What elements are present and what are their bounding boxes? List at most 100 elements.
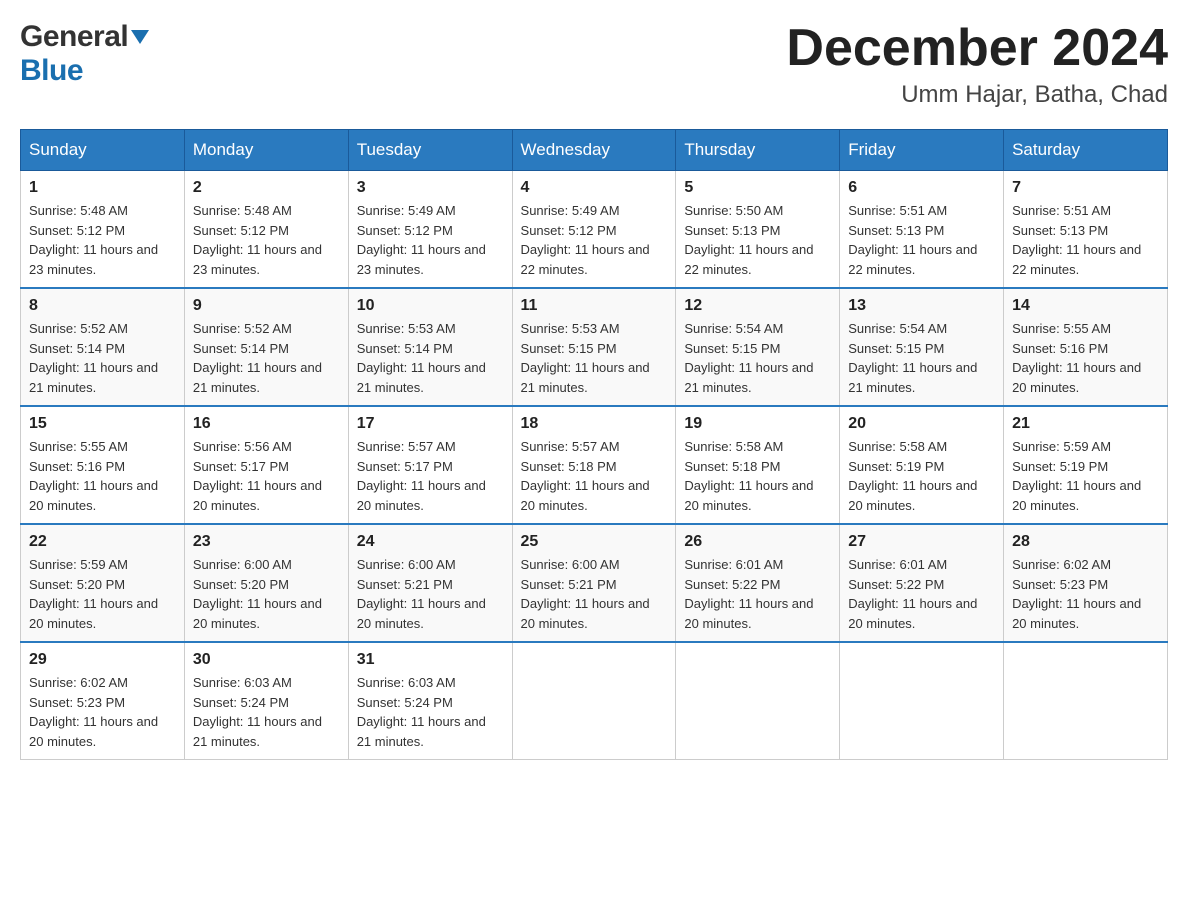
location-subtitle: Umm Hajar, Batha, Chad <box>786 81 1168 109</box>
calendar-cell <box>840 642 1004 760</box>
day-info: Sunrise: 5:54 AMSunset: 5:15 PMDaylight:… <box>684 321 813 395</box>
day-info: Sunrise: 5:49 AMSunset: 5:12 PMDaylight:… <box>521 203 650 277</box>
calendar-cell: 16 Sunrise: 5:56 AMSunset: 5:17 PMDaylig… <box>184 406 348 524</box>
day-number: 22 <box>29 533 176 551</box>
day-number: 31 <box>357 651 504 669</box>
calendar-cell: 14 Sunrise: 5:55 AMSunset: 5:16 PMDaylig… <box>1004 288 1168 406</box>
day-info: Sunrise: 6:02 AMSunset: 5:23 PMDaylight:… <box>29 675 158 749</box>
day-number: 5 <box>684 179 831 197</box>
calendar-cell: 29 Sunrise: 6:02 AMSunset: 5:23 PMDaylig… <box>21 642 185 760</box>
header-row: Sunday Monday Tuesday Wednesday Thursday… <box>21 130 1168 171</box>
calendar-cell: 15 Sunrise: 5:55 AMSunset: 5:16 PMDaylig… <box>21 406 185 524</box>
calendar-cell: 17 Sunrise: 5:57 AMSunset: 5:17 PMDaylig… <box>348 406 512 524</box>
col-sunday: Sunday <box>21 130 185 171</box>
calendar-cell: 25 Sunrise: 6:00 AMSunset: 5:21 PMDaylig… <box>512 524 676 642</box>
col-friday: Friday <box>840 130 1004 171</box>
day-number: 14 <box>1012 297 1159 315</box>
page-header: General Blue December 2024 Umm Hajar, Ba… <box>20 20 1168 109</box>
day-info: Sunrise: 5:52 AMSunset: 5:14 PMDaylight:… <box>193 321 322 395</box>
day-number: 23 <box>193 533 340 551</box>
day-info: Sunrise: 5:51 AMSunset: 5:13 PMDaylight:… <box>848 203 977 277</box>
col-wednesday: Wednesday <box>512 130 676 171</box>
calendar-cell: 3 Sunrise: 5:49 AMSunset: 5:12 PMDayligh… <box>348 171 512 289</box>
calendar-cell: 21 Sunrise: 5:59 AMSunset: 5:19 PMDaylig… <box>1004 406 1168 524</box>
day-number: 21 <box>1012 415 1159 433</box>
day-number: 29 <box>29 651 176 669</box>
day-number: 26 <box>684 533 831 551</box>
calendar-cell: 19 Sunrise: 5:58 AMSunset: 5:18 PMDaylig… <box>676 406 840 524</box>
calendar-cell: 23 Sunrise: 6:00 AMSunset: 5:20 PMDaylig… <box>184 524 348 642</box>
day-number: 3 <box>357 179 504 197</box>
day-info: Sunrise: 5:48 AMSunset: 5:12 PMDaylight:… <box>193 203 322 277</box>
day-info: Sunrise: 6:00 AMSunset: 5:20 PMDaylight:… <box>193 557 322 631</box>
day-number: 20 <box>848 415 995 433</box>
day-info: Sunrise: 5:56 AMSunset: 5:17 PMDaylight:… <box>193 439 322 513</box>
day-number: 19 <box>684 415 831 433</box>
day-number: 6 <box>848 179 995 197</box>
calendar-cell: 4 Sunrise: 5:49 AMSunset: 5:12 PMDayligh… <box>512 171 676 289</box>
calendar-week-row: 15 Sunrise: 5:55 AMSunset: 5:16 PMDaylig… <box>21 406 1168 524</box>
calendar-cell: 6 Sunrise: 5:51 AMSunset: 5:13 PMDayligh… <box>840 171 1004 289</box>
day-number: 2 <box>193 179 340 197</box>
calendar-week-row: 29 Sunrise: 6:02 AMSunset: 5:23 PMDaylig… <box>21 642 1168 760</box>
day-number: 24 <box>357 533 504 551</box>
calendar-cell: 22 Sunrise: 5:59 AMSunset: 5:20 PMDaylig… <box>21 524 185 642</box>
calendar-cell <box>1004 642 1168 760</box>
day-info: Sunrise: 5:59 AMSunset: 5:20 PMDaylight:… <box>29 557 158 631</box>
day-info: Sunrise: 6:01 AMSunset: 5:22 PMDaylight:… <box>848 557 977 631</box>
calendar-cell: 20 Sunrise: 5:58 AMSunset: 5:19 PMDaylig… <box>840 406 1004 524</box>
day-info: Sunrise: 6:00 AMSunset: 5:21 PMDaylight:… <box>357 557 486 631</box>
calendar-cell: 13 Sunrise: 5:54 AMSunset: 5:15 PMDaylig… <box>840 288 1004 406</box>
day-info: Sunrise: 6:01 AMSunset: 5:22 PMDaylight:… <box>684 557 813 631</box>
day-info: Sunrise: 5:58 AMSunset: 5:18 PMDaylight:… <box>684 439 813 513</box>
day-info: Sunrise: 5:59 AMSunset: 5:19 PMDaylight:… <box>1012 439 1141 513</box>
day-number: 10 <box>357 297 504 315</box>
col-saturday: Saturday <box>1004 130 1168 171</box>
calendar-week-row: 1 Sunrise: 5:48 AMSunset: 5:12 PMDayligh… <box>21 171 1168 289</box>
day-number: 28 <box>1012 533 1159 551</box>
calendar-cell <box>512 642 676 760</box>
logo-general: General <box>20 20 149 54</box>
calendar-cell <box>676 642 840 760</box>
calendar-cell: 7 Sunrise: 5:51 AMSunset: 5:13 PMDayligh… <box>1004 171 1168 289</box>
calendar-cell: 27 Sunrise: 6:01 AMSunset: 5:22 PMDaylig… <box>840 524 1004 642</box>
col-thursday: Thursday <box>676 130 840 171</box>
day-info: Sunrise: 5:57 AMSunset: 5:17 PMDaylight:… <box>357 439 486 513</box>
day-number: 8 <box>29 297 176 315</box>
day-number: 4 <box>521 179 668 197</box>
day-number: 13 <box>848 297 995 315</box>
calendar-cell: 1 Sunrise: 5:48 AMSunset: 5:12 PMDayligh… <box>21 171 185 289</box>
month-year-title: December 2024 <box>786 20 1168 77</box>
day-info: Sunrise: 6:02 AMSunset: 5:23 PMDaylight:… <box>1012 557 1141 631</box>
day-number: 27 <box>848 533 995 551</box>
calendar-week-row: 8 Sunrise: 5:52 AMSunset: 5:14 PMDayligh… <box>21 288 1168 406</box>
calendar-cell: 24 Sunrise: 6:00 AMSunset: 5:21 PMDaylig… <box>348 524 512 642</box>
day-info: Sunrise: 5:50 AMSunset: 5:13 PMDaylight:… <box>684 203 813 277</box>
day-number: 7 <box>1012 179 1159 197</box>
day-number: 16 <box>193 415 340 433</box>
title-block: December 2024 Umm Hajar, Batha, Chad <box>786 20 1168 109</box>
logo-arrow-icon <box>131 22 149 56</box>
col-tuesday: Tuesday <box>348 130 512 171</box>
day-info: Sunrise: 5:53 AMSunset: 5:15 PMDaylight:… <box>521 321 650 395</box>
calendar-cell: 18 Sunrise: 5:57 AMSunset: 5:18 PMDaylig… <box>512 406 676 524</box>
day-info: Sunrise: 5:51 AMSunset: 5:13 PMDaylight:… <box>1012 203 1141 277</box>
day-info: Sunrise: 6:00 AMSunset: 5:21 PMDaylight:… <box>521 557 650 631</box>
calendar-cell: 31 Sunrise: 6:03 AMSunset: 5:24 PMDaylig… <box>348 642 512 760</box>
calendar-cell: 30 Sunrise: 6:03 AMSunset: 5:24 PMDaylig… <box>184 642 348 760</box>
day-info: Sunrise: 5:49 AMSunset: 5:12 PMDaylight:… <box>357 203 486 277</box>
calendar-cell: 28 Sunrise: 6:02 AMSunset: 5:23 PMDaylig… <box>1004 524 1168 642</box>
calendar-cell: 26 Sunrise: 6:01 AMSunset: 5:22 PMDaylig… <box>676 524 840 642</box>
calendar-cell: 11 Sunrise: 5:53 AMSunset: 5:15 PMDaylig… <box>512 288 676 406</box>
day-number: 17 <box>357 415 504 433</box>
calendar-cell: 9 Sunrise: 5:52 AMSunset: 5:14 PMDayligh… <box>184 288 348 406</box>
calendar-table: Sunday Monday Tuesday Wednesday Thursday… <box>20 129 1168 760</box>
day-number: 18 <box>521 415 668 433</box>
day-info: Sunrise: 5:54 AMSunset: 5:15 PMDaylight:… <box>848 321 977 395</box>
day-info: Sunrise: 5:58 AMSunset: 5:19 PMDaylight:… <box>848 439 977 513</box>
calendar-cell: 8 Sunrise: 5:52 AMSunset: 5:14 PMDayligh… <box>21 288 185 406</box>
day-info: Sunrise: 5:48 AMSunset: 5:12 PMDaylight:… <box>29 203 158 277</box>
day-number: 15 <box>29 415 176 433</box>
day-number: 1 <box>29 179 176 197</box>
day-info: Sunrise: 5:55 AMSunset: 5:16 PMDaylight:… <box>1012 321 1141 395</box>
